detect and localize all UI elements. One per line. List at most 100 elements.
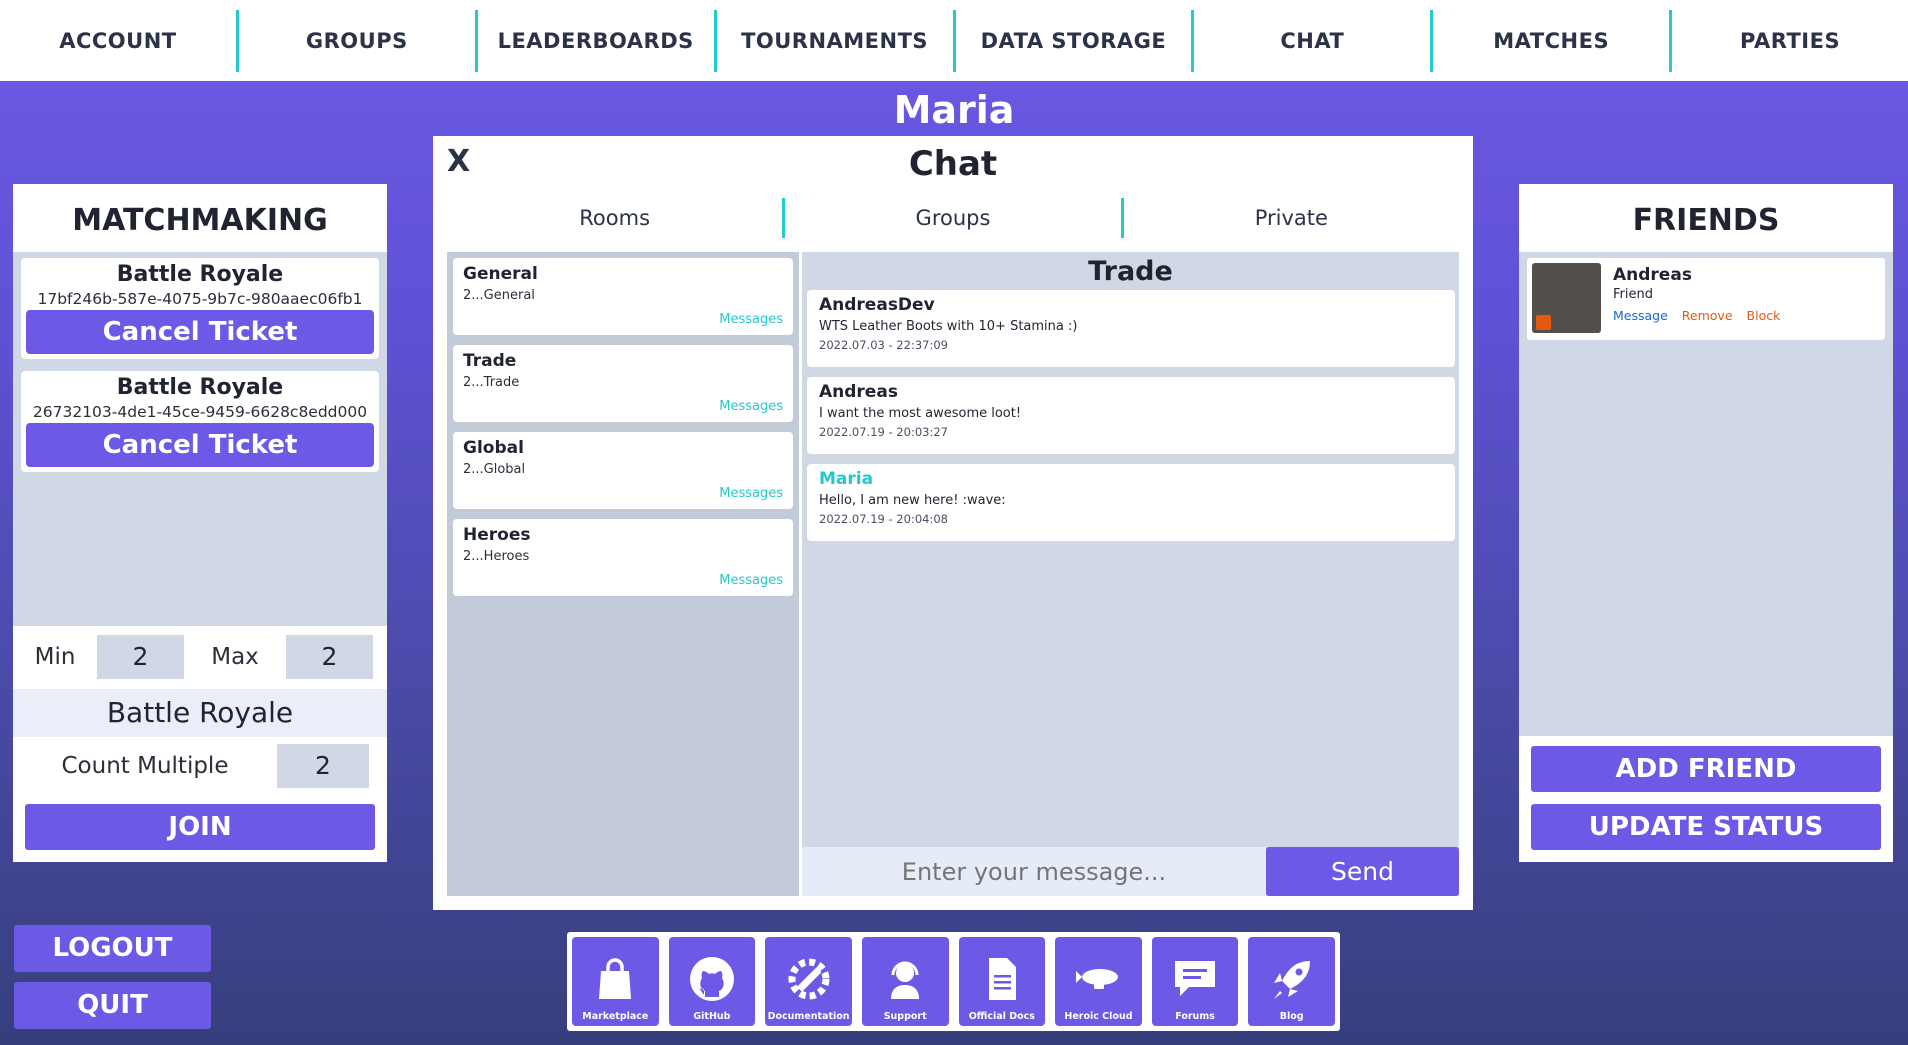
rocket-icon bbox=[1273, 961, 1310, 999]
dock-support[interactable]: Support bbox=[861, 937, 949, 1026]
blimp-icon bbox=[1076, 969, 1119, 989]
room-subtitle: 2...Global bbox=[463, 462, 526, 477]
room-subtitle: 2...General bbox=[463, 288, 535, 303]
block-friend-link[interactable]: Block bbox=[1747, 308, 1781, 323]
headset-icon bbox=[891, 961, 920, 999]
ticket-id: 17bf246b-587e-4075-9b7c-980aaec06fb1 bbox=[37, 290, 363, 308]
avatar bbox=[1532, 263, 1601, 333]
room-item[interactable]: General 2...General Messages bbox=[453, 258, 793, 335]
nav-data-storage[interactable]: DATA STORAGE bbox=[956, 9, 1195, 72]
message-input[interactable] bbox=[802, 847, 1266, 896]
dock-label: Marketplace bbox=[582, 1011, 649, 1022]
dock-documentation[interactable]: Documentation bbox=[765, 937, 852, 1026]
dock-label: Support bbox=[883, 1011, 927, 1022]
room-messages-link[interactable]: Messages bbox=[719, 399, 783, 414]
room-list: General 2...General Messages Trade 2...T… bbox=[447, 252, 799, 896]
message-friend-link[interactable]: Message bbox=[1613, 308, 1668, 323]
player-range: Min 2 Max 2 bbox=[13, 632, 387, 682]
nav-tournaments[interactable]: TOURNAMENTS bbox=[717, 9, 956, 72]
mode-select[interactable]: Battle Royale bbox=[13, 689, 387, 737]
message-item: Maria Hello, I am new here! :wave: 2022.… bbox=[807, 464, 1455, 541]
message-author: Maria bbox=[819, 469, 874, 489]
dock-label: Documentation bbox=[767, 1011, 850, 1022]
room-name: Global bbox=[463, 438, 524, 458]
friends-title: FRIENDS bbox=[1632, 203, 1780, 238]
message-text: WTS Leather Boots with 10+ Stamina :) bbox=[819, 319, 1078, 334]
room-messages-link[interactable]: Messages bbox=[719, 312, 783, 327]
tab-groups[interactable]: Groups bbox=[785, 198, 1124, 238]
dock-blog[interactable]: Blog bbox=[1248, 937, 1335, 1026]
ticket-card: Battle Royale 17bf246b-587e-4075-9b7c-98… bbox=[21, 258, 379, 359]
nav-groups[interactable]: GROUPS bbox=[239, 9, 478, 72]
update-status-button[interactable]: UPDATE STATUS bbox=[1531, 804, 1881, 850]
dock-official-docs[interactable]: Official Docs bbox=[958, 937, 1046, 1026]
message-text: I want the most awesome loot! bbox=[819, 406, 1022, 421]
ticket-list: Battle Royale 17bf246b-587e-4075-9b7c-98… bbox=[13, 252, 387, 626]
speech-bubble-icon bbox=[1175, 961, 1216, 996]
dock-label: Blog bbox=[1279, 1011, 1304, 1022]
message-item: AndreasDev WTS Leather Boots with 10+ St… bbox=[807, 290, 1455, 367]
chat-panel: X Chat Rooms Groups Private General 2...… bbox=[433, 136, 1473, 910]
message-author: Andreas bbox=[819, 382, 898, 402]
nav-chat[interactable]: CHAT bbox=[1194, 9, 1434, 72]
max-input[interactable]: 2 bbox=[286, 635, 373, 679]
nav-parties[interactable]: PARTIES bbox=[1672, 10, 1908, 72]
top-navigation: ACCOUNT GROUPS LEADERBOARDS TOURNAMENTS … bbox=[0, 0, 1908, 81]
tab-private[interactable]: Private bbox=[1124, 198, 1459, 238]
shopping-bag-icon bbox=[599, 958, 632, 999]
ticket-mode: Battle Royale bbox=[116, 375, 284, 400]
matchmaking-title: MATCHMAKING bbox=[72, 203, 328, 238]
message-author: AndreasDev bbox=[819, 295, 935, 315]
nav-leaderboards[interactable]: LEADERBOARDS bbox=[478, 9, 717, 72]
room-messages-link[interactable]: Messages bbox=[719, 486, 783, 501]
ticket-id: 26732103-4de1-45ce-9459-6628c8edd000 bbox=[32, 403, 368, 421]
nav-account[interactable]: ACCOUNT bbox=[0, 9, 239, 72]
quit-button[interactable]: QUIT bbox=[14, 982, 211, 1029]
logout-button[interactable]: LOGOUT bbox=[14, 925, 211, 972]
cancel-ticket-button[interactable]: Cancel Ticket bbox=[26, 423, 374, 467]
friends-list: Andreas Friend Message Remove Block bbox=[1519, 252, 1893, 736]
dock-forums[interactable]: Forums bbox=[1151, 937, 1239, 1026]
message-timestamp: 2022.07.03 - 22:37:09 bbox=[819, 338, 948, 352]
dock-github[interactable]: GitHub bbox=[668, 937, 756, 1026]
remove-friend-link[interactable]: Remove bbox=[1682, 308, 1733, 323]
friend-actions: Message Remove Block bbox=[1613, 308, 1780, 323]
room-messages-link[interactable]: Messages bbox=[719, 573, 783, 588]
dock-label: GitHub bbox=[693, 1011, 731, 1022]
tab-rooms[interactable]: Rooms bbox=[447, 198, 786, 238]
send-button[interactable]: Send bbox=[1266, 847, 1459, 896]
count-multiple-input[interactable]: 2 bbox=[277, 744, 369, 788]
dock-label: Forums bbox=[1175, 1011, 1215, 1022]
room-subtitle: 2...Heroes bbox=[463, 549, 530, 564]
room-name: Heroes bbox=[463, 525, 531, 545]
room-subtitle: 2...Trade bbox=[463, 375, 520, 390]
dock-marketplace[interactable]: Marketplace bbox=[572, 937, 659, 1026]
document-icon bbox=[988, 958, 1016, 1000]
room-item[interactable]: Trade 2...Trade Messages bbox=[453, 345, 793, 422]
add-friend-button[interactable]: ADD FRIEND bbox=[1531, 746, 1881, 792]
message-timestamp: 2022.07.19 - 20:04:08 bbox=[819, 512, 948, 526]
chat-tabs: Rooms Groups Private bbox=[447, 198, 1459, 238]
cancel-ticket-button[interactable]: Cancel Ticket bbox=[26, 310, 374, 354]
conversation-pane: Trade AndreasDev WTS Leather Boots with … bbox=[802, 252, 1459, 896]
nav-matches[interactable]: MATCHES bbox=[1433, 9, 1673, 72]
room-name: General bbox=[463, 264, 538, 284]
join-button[interactable]: JOIN bbox=[25, 804, 375, 850]
status-indicator bbox=[1536, 315, 1551, 330]
count-multiple-row: Count Multiple 2 bbox=[13, 743, 387, 789]
dock-label: Heroic Cloud bbox=[1064, 1011, 1133, 1022]
message-item: Andreas I want the most awesome loot! 20… bbox=[807, 377, 1455, 454]
min-input[interactable]: 2 bbox=[97, 635, 184, 679]
count-multiple-label: Count Multiple bbox=[61, 753, 229, 779]
wrench-gear-icon bbox=[788, 958, 830, 1000]
room-item[interactable]: Heroes 2...Heroes Messages bbox=[453, 519, 793, 596]
friends-panel: FRIENDS Andreas Friend Message Remove Bl… bbox=[1519, 184, 1893, 862]
chat-title: Chat bbox=[908, 144, 998, 184]
dock-heroic-cloud[interactable]: Heroic Cloud bbox=[1055, 937, 1142, 1026]
room-item[interactable]: Global 2...Global Messages bbox=[453, 432, 793, 509]
resource-dock: Marketplace GitHub Documentation Support… bbox=[567, 932, 1340, 1031]
github-icon bbox=[689, 957, 734, 1001]
max-label: Max bbox=[211, 644, 259, 670]
username-title: Maria bbox=[893, 88, 1015, 132]
room-name: Trade bbox=[463, 351, 517, 371]
